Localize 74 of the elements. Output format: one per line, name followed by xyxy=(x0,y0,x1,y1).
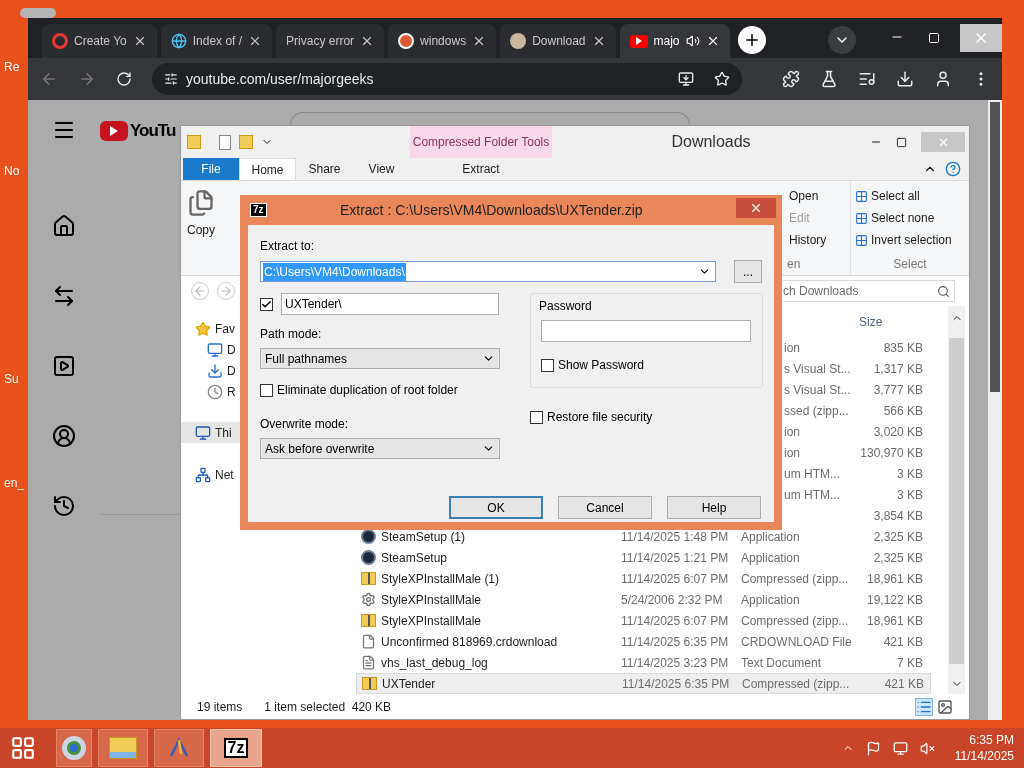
type-cell-text: Compressed (zipp... xyxy=(742,675,851,693)
tab-title: Index of / xyxy=(192,33,243,50)
checkbox-label: Show Password xyxy=(558,357,645,374)
type-cell-text: s Visual St... xyxy=(783,361,851,379)
group-caption: Select xyxy=(892,256,928,273)
size-cell-text: 421 KB xyxy=(882,633,923,651)
item-count: 19 items xyxy=(197,698,243,716)
size-cell-text: 3 KB xyxy=(896,487,923,505)
date-cell-text: 11/14/2025 6:07 PM xyxy=(621,612,730,630)
size-cell-text: 130,970 KB xyxy=(859,445,923,463)
date-cell-text: 11/14/2025 1:48 PM xyxy=(621,528,730,546)
url-text: youtube.com/user/majorgeeks xyxy=(186,69,375,89)
tab-title: Privacy error xyxy=(286,33,355,50)
checkbox-label: Restore file security xyxy=(547,409,653,426)
date-cell-text: 11/14/2025 3:23 PM xyxy=(621,654,730,672)
field-label: Overwrite mode: xyxy=(260,416,350,433)
selection-info: 1 item selected 420 KB xyxy=(264,698,392,716)
window-title: Downloads xyxy=(670,132,752,152)
type-cell-text: Application xyxy=(741,549,801,567)
desktop-icon-label: Re xyxy=(4,59,20,76)
type-cell-text: Compressed (zipp... xyxy=(741,570,850,588)
size-cell-text: 3,777 KB xyxy=(872,382,923,400)
checkbox-label: Eliminate duplication of root folder xyxy=(277,382,458,399)
type-cell-text: ssed (zipp... xyxy=(783,403,850,421)
type-cell-text: Application xyxy=(741,528,801,546)
size-cell-text: 2,325 KB xyxy=(872,549,923,567)
file-name: SteamSetup (1) xyxy=(381,528,466,546)
type-cell-text: ion xyxy=(783,340,801,358)
type-cell-text: CRDOWNLOAD File xyxy=(741,633,851,651)
dialog-title: Extract : C:\Users\VM4\Downloads\UXTender.zip xyxy=(338,200,644,220)
file-name: vhs_last_debug_log xyxy=(381,654,488,672)
group-label: Password xyxy=(539,298,593,315)
file-name: StyleXPInstallMale xyxy=(381,612,482,630)
file-name: UXTender xyxy=(382,675,436,693)
size-cell-text: 2,325 KB xyxy=(872,528,923,546)
size-cell-text: 421 KB xyxy=(883,675,924,693)
type-cell-text: um HTM... xyxy=(783,466,841,484)
type-cell-text: ion xyxy=(783,445,801,463)
type-cell-text: um HTM... xyxy=(783,487,841,505)
tab-title: majo xyxy=(653,33,680,50)
desktop-icon-label: No xyxy=(4,163,20,180)
type-cell-text: Application xyxy=(741,591,801,609)
group-caption: en xyxy=(787,256,801,273)
size-cell-text: 18,961 KB xyxy=(865,612,923,630)
size-cell-text: 18,961 KB xyxy=(865,570,923,588)
size-cell-text: 19,122 KB xyxy=(865,591,923,609)
type-cell-text: ion xyxy=(783,424,801,442)
size-cell-text: 3,020 KB xyxy=(872,424,923,442)
desktop-icon-label: en_ xyxy=(4,475,25,492)
file-name: StyleXPInstallMale (1) xyxy=(381,570,500,588)
context-tab-header: Compressed Folder Tools xyxy=(410,126,552,158)
date-cell-text: 5/24/2006 2:32 PM xyxy=(621,591,724,609)
type-cell-text: Compressed (zipp... xyxy=(741,612,850,630)
date-cell-text: 11/14/2025 1:21 PM xyxy=(621,549,730,567)
size-cell-text: 1,317 KB xyxy=(872,361,923,379)
date-cell-text: 11/14/2025 6:35 PM xyxy=(622,675,731,693)
size-cell-text: 835 KB xyxy=(882,340,923,358)
type-cell-text: s Visual St... xyxy=(783,382,851,400)
tab-title: windows xyxy=(420,33,467,50)
date-cell-text: 11/14/2025 6:35 PM xyxy=(621,633,730,651)
size-cell-text: 566 KB xyxy=(882,403,923,421)
app-logo: 7z xyxy=(250,203,267,217)
size-cell-text: 3 KB xyxy=(896,466,923,484)
file-name: SteamSetup xyxy=(381,549,448,567)
type-cell-text: Text Document xyxy=(741,654,823,672)
date-cell-text: 11/14/2025 6:07 PM xyxy=(621,570,730,588)
field-label: Path mode: xyxy=(260,326,323,343)
size-cell-text: 7 KB xyxy=(896,654,923,672)
file-name: Unconfirmed 818969.crdownload xyxy=(381,633,558,651)
file-name: StyleXPInstallMale xyxy=(381,591,482,609)
tab-title: Create Yo xyxy=(74,33,127,50)
field-label: Extract to: xyxy=(260,238,316,255)
desktop-icon-label: Su xyxy=(4,371,19,388)
tab-title: Download xyxy=(532,33,586,50)
